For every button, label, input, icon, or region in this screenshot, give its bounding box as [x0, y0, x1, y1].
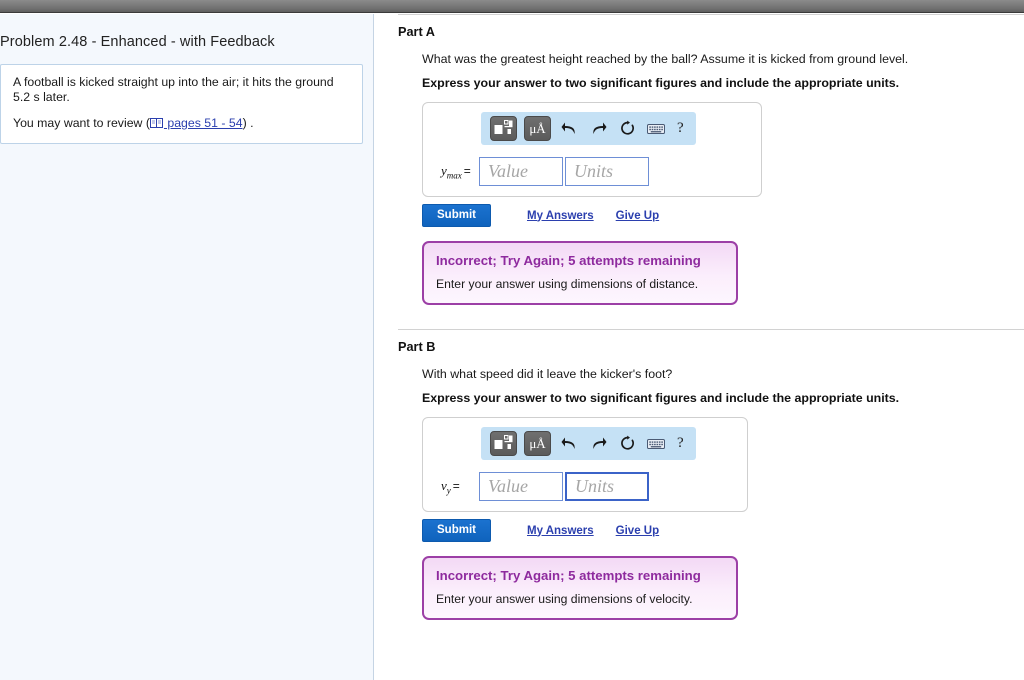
part-b-math-toolbar: μÅ ?: [481, 427, 696, 460]
part-b-input-row: vy =: [433, 472, 737, 501]
part-a-math-toolbar: μÅ ?: [481, 112, 696, 145]
part-b-give-up-link[interactable]: Give Up: [616, 525, 659, 537]
part-b-answer-box: μÅ ? vy =: [422, 417, 748, 512]
part-a-units-input[interactable]: [565, 157, 649, 186]
keyboard-icon[interactable]: [645, 433, 667, 455]
redo-arrow-icon[interactable]: [587, 118, 609, 140]
part-b-divider: [398, 329, 1024, 330]
units-icon-label: μÅ: [529, 436, 546, 451]
part-a-feedback-text: Enter your answer using dimensions of di…: [436, 277, 699, 291]
part-a-variable-label: ymax =: [433, 163, 479, 181]
keyboard-icon[interactable]: [645, 118, 667, 140]
part-a-feedback-box: Incorrect; Try Again; 5 attempts remaini…: [422, 241, 738, 305]
book-icon: [149, 117, 163, 128]
part-b-feedback-text: Enter your answer using dimensions of ve…: [436, 592, 693, 606]
units-icon-label: μÅ: [529, 121, 546, 136]
page-title: Problem 2.48 - Enhanced - with Feedback: [0, 34, 275, 50]
part-b-units-input[interactable]: [565, 472, 649, 501]
problem-description-box: A football is kicked straight up into th…: [0, 64, 363, 144]
part-b-my-answers-link[interactable]: My Answers: [527, 525, 594, 537]
part-b-submit-button[interactable]: Submit: [422, 519, 491, 542]
part-b-value-input[interactable]: [479, 472, 563, 501]
part-b-instruction: Express your answer to two significant f…: [422, 391, 900, 405]
part-b-equals-sign: =: [452, 478, 460, 493]
part-a-action-row: Submit My Answers Give Up: [422, 204, 1024, 227]
redo-arrow-icon[interactable]: [587, 433, 609, 455]
reset-circular-arrow-icon[interactable]: [616, 433, 638, 455]
part-a-input-row: ymax =: [433, 157, 751, 186]
part-a-divider: [398, 14, 1024, 15]
review-line: You may want to review ( pages 51 - 54) …: [13, 116, 350, 131]
part-a-heading: Part A: [398, 25, 435, 39]
part-a-submit-button[interactable]: Submit: [422, 204, 491, 227]
reset-circular-arrow-icon[interactable]: [616, 118, 638, 140]
part-b-variable-label: vy =: [433, 478, 479, 496]
review-pages-link[interactable]: pages 51 - 54: [164, 116, 242, 130]
undo-arrow-icon[interactable]: [558, 433, 580, 455]
part-b-question: With what speed did it leave the kicker'…: [422, 367, 673, 381]
review-suffix-text: ) .: [242, 116, 254, 130]
part-b-block: Part B With what speed did it leave the …: [398, 329, 1024, 620]
units-mu-angstrom-icon[interactable]: μÅ: [524, 116, 551, 141]
undo-arrow-icon[interactable]: [558, 118, 580, 140]
part-a-my-answers-link[interactable]: My Answers: [527, 210, 594, 222]
review-prefix-text: You may want to review (: [13, 116, 150, 130]
part-a-variable-subscript: max: [446, 170, 462, 181]
problem-statement-text: A football is kicked straight up into th…: [13, 75, 334, 104]
part-a-block: Part A What was the greatest height reac…: [398, 14, 1024, 305]
part-a-equals-sign: =: [463, 163, 471, 178]
parts-content-area: Part A What was the greatest height reac…: [374, 14, 1024, 680]
formula-template-icon[interactable]: [490, 116, 517, 141]
units-mu-angstrom-icon[interactable]: μÅ: [524, 431, 551, 456]
problem-sidebar: Problem 2.48 - Enhanced - with Feedback …: [0, 14, 374, 680]
part-b-action-row: Submit My Answers Give Up: [422, 519, 1024, 542]
page-body: Problem 2.48 - Enhanced - with Feedback …: [0, 14, 1024, 680]
part-spacer: [398, 305, 1024, 329]
part-a-value-input[interactable]: [479, 157, 563, 186]
part-b-feedback-box: Incorrect; Try Again; 5 attempts remaini…: [422, 556, 738, 620]
formula-template-icon[interactable]: [490, 431, 517, 456]
help-question-icon[interactable]: ?: [674, 120, 687, 137]
part-b-heading: Part B: [398, 340, 436, 354]
part-a-feedback-title: Incorrect; Try Again; 5 attempts remaini…: [436, 253, 701, 268]
part-b-feedback-title: Incorrect; Try Again; 5 attempts remaini…: [436, 568, 701, 583]
part-a-instruction: Express your answer to two significant f…: [422, 76, 900, 90]
part-a-answer-box: μÅ ? ymax = Value Units: [422, 102, 762, 197]
part-a-question: What was the greatest height reached by …: [422, 52, 909, 66]
part-a-give-up-link[interactable]: Give Up: [616, 210, 659, 222]
browser-chrome-bar: [0, 0, 1024, 13]
part-b-variable-subscript: y: [446, 485, 451, 496]
help-question-icon[interactable]: ?: [674, 435, 687, 452]
